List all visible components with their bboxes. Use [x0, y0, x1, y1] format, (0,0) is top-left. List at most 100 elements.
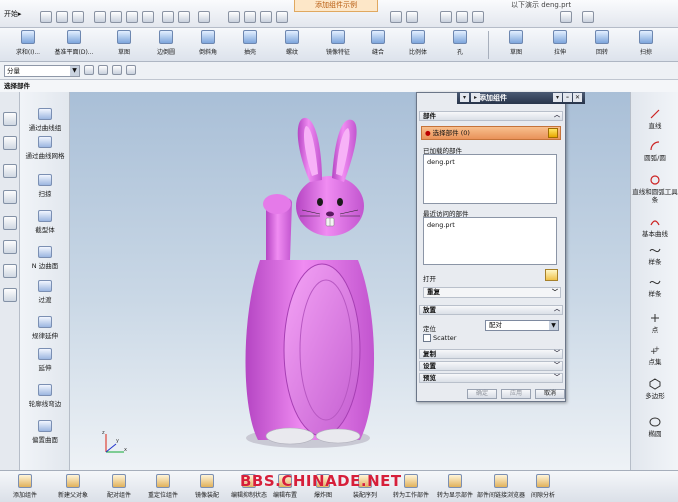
scatter-label: Scatter: [433, 334, 457, 342]
through-curve-mesh-button[interactable]: 通过曲线网格: [20, 136, 70, 160]
scatter-checkbox[interactable]: [423, 334, 431, 342]
dialog-title-bar[interactable]: 添加组件 ▾ ▸ ▾ – ✕: [457, 92, 585, 104]
link-browser-icon: [494, 474, 508, 488]
select-part-button[interactable]: [548, 128, 558, 138]
line-button[interactable]: 直线: [631, 108, 678, 130]
delete-icon[interactable]: [142, 11, 154, 23]
ribbon-sweep-button[interactable]: 扫掠: [620, 30, 672, 56]
roles-icon[interactable]: [3, 240, 17, 254]
shade-icon[interactable]: [390, 11, 402, 23]
copy-icon[interactable]: [110, 11, 122, 23]
cut-icon[interactable]: [94, 11, 106, 23]
rabbit-model[interactable]: [230, 110, 390, 455]
work-part-icon: [404, 474, 418, 488]
make-displayed-part-button[interactable]: 转为显示部件: [432, 474, 478, 499]
copy-group-header[interactable]: 复制 ﹀: [419, 349, 563, 359]
close-icon[interactable]: ✕: [573, 93, 582, 102]
mirror-assembly-button[interactable]: 镜像装配: [184, 474, 230, 499]
type-filter-select[interactable]: 分量 ▼: [4, 65, 80, 77]
history-icon[interactable]: [3, 190, 17, 204]
rotate-icon[interactable]: [260, 11, 272, 23]
zoom-icon[interactable]: [244, 11, 256, 23]
filter-options-icon[interactable]: [126, 65, 136, 75]
filter-reset-icon[interactable]: [112, 65, 122, 75]
save-icon[interactable]: [72, 11, 84, 23]
ok-button[interactable]: 确定: [467, 389, 497, 399]
extension-button[interactable]: 延伸: [20, 348, 70, 372]
tools-icon[interactable]: [198, 11, 210, 23]
undo-icon[interactable]: [162, 11, 174, 23]
ribbon-hole-button[interactable]: 孔: [434, 30, 486, 56]
part-group-header[interactable]: 部件 ︿: [419, 111, 563, 121]
basic-curves-button[interactable]: 基本曲线: [631, 216, 678, 238]
snap-icon[interactable]: [456, 11, 468, 23]
new-parent-button[interactable]: 新建父对象: [50, 474, 96, 499]
dialog-dropdown-icon[interactable]: ▾: [460, 93, 469, 102]
filter-icon[interactable]: [472, 11, 484, 23]
pan-icon[interactable]: [276, 11, 288, 23]
process-studio-icon[interactable]: [3, 264, 17, 278]
fit-icon[interactable]: [228, 11, 240, 23]
placement-group-header[interactable]: 放置 ︿: [419, 305, 563, 315]
ribbon-sum-button[interactable]: 求和(I)...: [2, 30, 54, 56]
law-extension-button[interactable]: 规律延伸: [20, 316, 70, 340]
ellipse-button[interactable]: 椭圆: [631, 416, 678, 438]
reuse-group-header[interactable]: 重复 ﹀: [423, 287, 561, 298]
reuse-library-icon[interactable]: [3, 288, 17, 302]
transition-button[interactable]: 过渡: [20, 280, 70, 304]
minimize-icon[interactable]: –: [563, 93, 572, 102]
select-icon[interactable]: [440, 11, 452, 23]
info-icon[interactable]: [582, 11, 594, 23]
paste-icon[interactable]: [126, 11, 138, 23]
n-sided-surface-button[interactable]: N 边曲面: [20, 246, 70, 270]
ribbon-datum-plane-button[interactable]: 基准平面(D)...: [48, 30, 100, 56]
reset-icon[interactable]: ▾: [553, 93, 562, 102]
interpart-link-browser-button[interactable]: 部件间链接浏览器: [476, 474, 526, 499]
open-folder-button[interactable]: [545, 269, 558, 281]
settings-group-header[interactable]: 设置 ﹀: [419, 361, 563, 371]
assembly-navigator-icon[interactable]: [3, 112, 17, 126]
line-arc-icon: [650, 175, 660, 185]
spline-button[interactable]: 样条: [631, 244, 678, 266]
reposition-component-button[interactable]: 重定位组件: [140, 474, 186, 499]
point-set-button[interactable]: + + 点集: [631, 344, 678, 366]
polygon-button[interactable]: 多边形: [631, 378, 678, 400]
clearance-analysis-button[interactable]: 间隙分析: [520, 474, 566, 499]
section-body-button[interactable]: 截型体: [20, 210, 70, 234]
ribbon-thread-button[interactable]: 螺纹: [266, 30, 318, 56]
dialog-hide-icon[interactable]: ▸: [471, 93, 480, 102]
mate-component-button[interactable]: 配对组件: [96, 474, 142, 499]
select-part-row[interactable]: ● 选择部件 (0): [421, 126, 561, 140]
preview-group-header[interactable]: 预览 ﹀: [419, 373, 563, 383]
new-icon[interactable]: [40, 11, 52, 23]
profile-flange-button[interactable]: 轮廓线弯边: [20, 384, 70, 408]
cancel-button[interactable]: 取消: [535, 389, 565, 399]
loaded-parts-list[interactable]: deng.prt: [423, 154, 557, 204]
system-materials-icon[interactable]: [3, 216, 17, 230]
start-menu[interactable]: 开始▸: [4, 9, 22, 19]
list-item[interactable]: deng.prt: [427, 221, 553, 229]
redo-icon[interactable]: [178, 11, 190, 23]
point-button[interactable]: 点: [631, 312, 678, 334]
open-label: 打开: [423, 275, 436, 283]
list-item[interactable]: deng.prt: [427, 158, 553, 166]
layer-icon[interactable]: [560, 11, 572, 23]
arc-circle-button[interactable]: 圆弧/圆: [631, 140, 678, 162]
through-curves-button[interactable]: 通过曲线组: [20, 108, 70, 132]
sweep-button[interactable]: 扫掠: [20, 174, 70, 198]
open-icon[interactable]: [56, 11, 68, 23]
offset-surface-button[interactable]: 偏置曲面: [20, 420, 70, 444]
web-browser-icon[interactable]: [3, 164, 17, 178]
add-component-button[interactable]: 添加组件: [2, 474, 48, 499]
recent-parts-list[interactable]: deng.prt: [423, 217, 557, 265]
part-navigator-icon[interactable]: [3, 136, 17, 150]
chevron-down-icon: ▼: [549, 321, 558, 330]
resource-bar: [0, 92, 20, 470]
filter-add-icon[interactable]: [84, 65, 94, 75]
line-arc-toolbar-button[interactable]: 直线和圆弧工具条: [631, 174, 678, 204]
spline-2-button[interactable]: 样条: [631, 276, 678, 298]
apply-button[interactable]: 应用: [501, 389, 531, 399]
position-select[interactable]: 配对 ▼: [485, 320, 559, 331]
filter-remove-icon[interactable]: [98, 65, 108, 75]
wireframe-icon[interactable]: [406, 11, 418, 23]
